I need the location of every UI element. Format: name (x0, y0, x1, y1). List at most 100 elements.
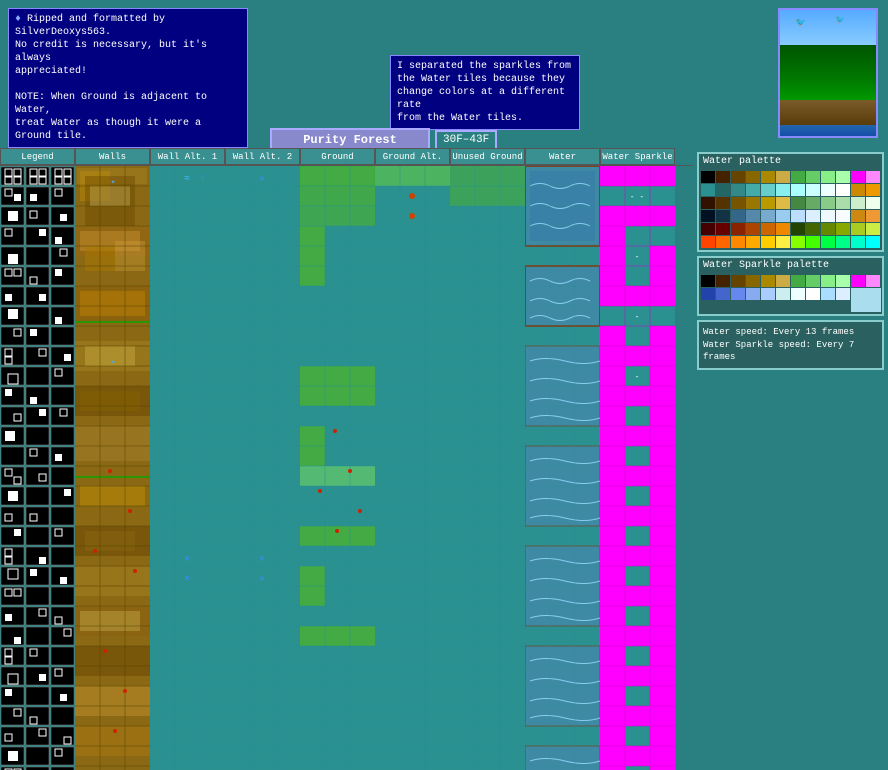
sparkle-swatch (776, 288, 790, 300)
water-palette-grid (699, 169, 882, 250)
palette-swatch (851, 210, 865, 222)
frame-info: 30F–43F (435, 130, 497, 150)
sparkle-swatch (731, 275, 745, 287)
palette-swatch (761, 236, 775, 248)
wall-alt1-tiles: ≈ ^ ✕ ✕ (150, 166, 225, 770)
water-palette-title: Water palette (699, 154, 882, 169)
wall-alt1-column: ≈ ^ ✕ ✕ (150, 166, 225, 770)
palette-swatch (701, 236, 715, 248)
sparkle-swatch (806, 288, 820, 300)
sparkle-swatch (836, 275, 850, 287)
sparkle-swatch (746, 288, 760, 300)
palette-swatch (701, 184, 715, 196)
svg-text:✕: ✕ (259, 574, 264, 584)
palette-swatch (866, 197, 880, 209)
palette-swatch (776, 236, 790, 248)
palette-swatch (746, 197, 760, 209)
wall-alt2-column: ✕ ✕ ✕ (225, 166, 300, 770)
main-grid-area: Legend Walls Wall Alt. 1 Wall Alt. 2 Gro… (0, 148, 693, 770)
palette-swatch (701, 223, 715, 235)
palette-swatch (791, 197, 805, 209)
palette-swatch (761, 197, 775, 209)
header-ground: Ground (300, 148, 375, 165)
palette-swatch (731, 184, 745, 196)
svg-text:^: ^ (200, 175, 205, 184)
ground-alt-column (375, 166, 450, 770)
sparkle-swatch (851, 275, 865, 287)
ground-tiles (300, 166, 375, 770)
palette-swatch (791, 184, 805, 196)
unused-ground-tiles (450, 166, 525, 770)
palette-swatch (731, 223, 745, 235)
header-water: Water (525, 148, 600, 165)
palette-swatch (836, 223, 850, 235)
water-tiles (525, 166, 600, 770)
palette-swatch (746, 184, 760, 196)
palette-swatch (716, 236, 730, 248)
palette-swatch (791, 223, 805, 235)
palette-swatch (836, 171, 850, 183)
water-sparkle-column: - - - - - (600, 166, 675, 770)
svg-text:- -: - - (630, 193, 644, 202)
svg-text:-: - (635, 253, 640, 262)
sparkle-swatch (791, 288, 805, 300)
palette-swatch (821, 210, 835, 222)
water-palette-box: Water palette (697, 152, 884, 252)
palette-swatch (821, 197, 835, 209)
sparkle-swatch (701, 275, 715, 287)
speed-info-box: Water speed: Every 13 frames Water Spark… (697, 320, 884, 370)
sparkle-palette-grid (699, 273, 882, 314)
palette-swatch (791, 171, 805, 183)
palette-swatch (806, 236, 820, 248)
wall-tiles: ✦ ✦ (75, 166, 150, 770)
palette-swatch (851, 236, 865, 248)
palette-swatch (866, 223, 880, 235)
sparkle-swatch (761, 275, 775, 287)
palette-swatch (791, 210, 805, 222)
sparkle-swatch (776, 275, 790, 287)
palette-swatch (716, 171, 730, 183)
palette-swatch (746, 210, 760, 222)
svg-text:✦: ✦ (111, 178, 116, 187)
sparkle-swatch (791, 275, 805, 287)
sparkle-swatch (836, 288, 850, 300)
palette-swatch (716, 223, 730, 235)
sparkle-swatch (731, 288, 745, 300)
palette-swatch (851, 184, 865, 196)
palette-swatch (776, 210, 790, 222)
palette-swatch (791, 236, 805, 248)
sparkle-swatch (821, 288, 835, 300)
sparkle-palette-title: Water Sparkle palette (699, 258, 882, 273)
grid-content: // Will be rendered via CSS approach (0, 166, 693, 770)
svg-text:-: - (635, 313, 640, 322)
water-column (525, 166, 600, 770)
ground-alt-tiles (375, 166, 450, 770)
sparkle-swatch (701, 288, 715, 300)
palette-swatch (866, 210, 880, 222)
palette-swatch (776, 223, 790, 235)
palette-swatch (701, 210, 715, 222)
palette-swatch (866, 184, 880, 196)
palette-swatch (701, 171, 715, 183)
palette-swatch (731, 171, 745, 183)
palette-swatch (716, 184, 730, 196)
palette-swatch (851, 223, 865, 235)
legend-tiles: // Will be rendered via CSS approach (0, 166, 75, 770)
palette-swatch (761, 223, 775, 235)
svg-text:✦: ✦ (111, 358, 116, 367)
walls-column: ✦ ✦ (75, 166, 150, 770)
palette-swatch (761, 184, 775, 196)
header-wall-alt1: Wall Alt. 1 (150, 148, 225, 165)
sparkle-palette-box: Water Sparkle palette (697, 256, 884, 316)
wall-alt2-tiles: ✕ ✕ ✕ (225, 166, 300, 770)
sparkle-swatch-large (851, 288, 881, 312)
palette-swatch (806, 223, 820, 235)
header-unused-ground: Unused Ground (450, 148, 525, 165)
sparkle-swatch (746, 275, 760, 287)
sparkle-swatch (866, 275, 880, 287)
palette-swatch (821, 223, 835, 235)
legend-column: // Will be rendered via CSS approach (0, 166, 75, 770)
palette-swatch (806, 210, 820, 222)
svg-text:✕: ✕ (259, 554, 264, 564)
sparkle-tiles: - - - - - (600, 166, 675, 770)
